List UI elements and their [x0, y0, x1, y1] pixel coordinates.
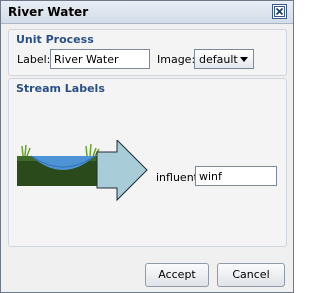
cancel-button[interactable]: Cancel — [217, 263, 285, 287]
stream-labels-heading: Stream Labels — [16, 82, 105, 95]
chevron-down-icon — [240, 57, 248, 62]
unit-process-group: Unit Process Label: River Water Image: d… — [8, 29, 287, 76]
stream-labels-group: Stream Labels influent winf — [8, 78, 287, 247]
image-caption: Image: — [157, 53, 196, 66]
river-water-process-icon — [17, 140, 148, 202]
dialog-window: River Water Unit Process Label: River Wa… — [0, 0, 294, 293]
close-button[interactable] — [272, 4, 287, 19]
influent-input[interactable]: winf — [195, 166, 277, 186]
influent-caption: influent — [156, 171, 198, 184]
label-caption: Label: — [17, 53, 51, 66]
image-select-value: default — [199, 53, 238, 66]
unit-process-heading: Unit Process — [16, 33, 94, 46]
accept-button[interactable]: Accept — [145, 263, 209, 287]
window-title: River Water — [8, 5, 89, 19]
close-icon — [274, 6, 285, 17]
image-select[interactable]: default — [194, 49, 254, 69]
title-bar: River Water — [1, 1, 293, 24]
label-input[interactable]: River Water — [50, 49, 150, 69]
